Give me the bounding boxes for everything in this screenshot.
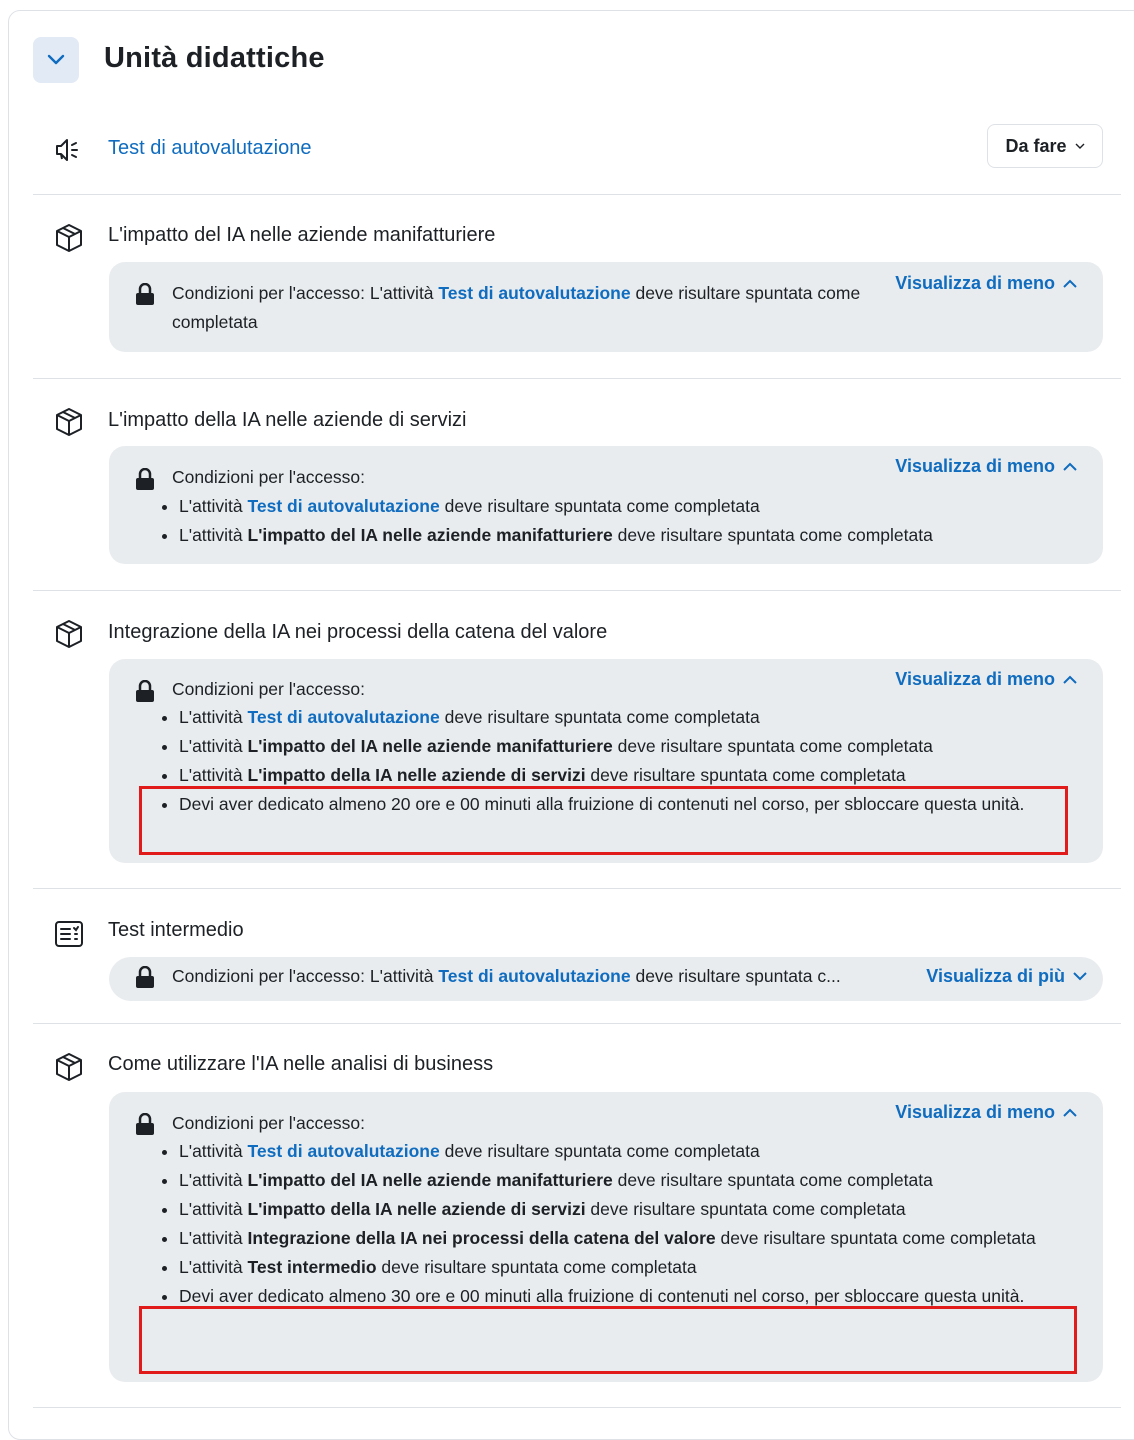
- chevron-up-icon: [1063, 1108, 1077, 1117]
- restriction-heading: Condizioni per l'accesso:: [172, 679, 366, 699]
- activity-test-autovalutazione: Test di autovalutazione: [33, 120, 1121, 195]
- completion-dropdown-button[interactable]: Da fare: [987, 124, 1103, 168]
- activity-test-intermedio: Test intermedio: [33, 888, 1121, 1024]
- cube-icon: [56, 1053, 82, 1081]
- show-more-link[interactable]: Visualizza di più: [926, 966, 1087, 987]
- access-restriction: Condizioni per l'accesso: L'attività Tes…: [109, 957, 1103, 1001]
- restriction-activity-link[interactable]: Test di autovalutazione: [248, 1141, 440, 1161]
- cube-icon: [56, 620, 82, 648]
- chevron-down-icon: [1075, 143, 1085, 149]
- restriction-text: Condizioni per l'accesso: L'attività Tes…: [172, 283, 861, 332]
- activity-name[interactable]: Test intermedio: [108, 919, 244, 942]
- activity-name[interactable]: Come utilizzare l'IA nelle analisi di bu…: [108, 1053, 493, 1076]
- cube-icon: [56, 408, 82, 436]
- restriction-text: Condizioni per l'accesso: L'attività Tes…: [172, 966, 841, 986]
- activity-name[interactable]: L'impatto della IA nelle aziende di serv…: [108, 409, 466, 432]
- activity-name[interactable]: L'impatto del IA nelle aziende manifattu…: [108, 224, 495, 247]
- restriction-item: L'attività L'impatto della IA nelle azie…: [179, 1195, 1059, 1224]
- restriction-item: L'attività L'impatto del IA nelle aziend…: [179, 732, 1059, 761]
- restriction-item: L'attività Test di autovalutazione deve …: [179, 703, 1059, 732]
- section-title: Unità didattiche: [104, 42, 325, 74]
- lock-icon: [136, 283, 154, 305]
- activity-name[interactable]: Integrazione della IA nei processi della…: [108, 621, 607, 644]
- show-less-link[interactable]: Visualizza di meno: [895, 669, 1077, 690]
- restriction-item: L'attività Test di autovalutazione deve …: [179, 492, 1059, 521]
- chevron-up-icon: [1063, 675, 1077, 684]
- activity-link[interactable]: Test di autovalutazione: [108, 137, 311, 160]
- restriction-activity-link[interactable]: Test di autovalutazione: [438, 966, 630, 986]
- chevron-down-icon: [1073, 972, 1087, 981]
- completion-label: Da fare: [1005, 135, 1067, 156]
- lock-icon: [136, 966, 154, 988]
- chevron-down-icon: [47, 54, 65, 65]
- restriction-heading: Condizioni per l'accesso:: [172, 467, 366, 487]
- access-restriction: Condizioni per l'accesso: L'attività Tes…: [109, 262, 1103, 352]
- cube-icon: [56, 224, 82, 252]
- restriction-item: L'attività L'impatto del IA nelle aziend…: [179, 521, 1059, 550]
- restriction-heading: Condizioni per l'accesso:: [172, 1113, 366, 1133]
- restriction-item: L'attività Test di autovalutazione deve …: [179, 1137, 1059, 1166]
- access-restriction: Condizioni per l'accesso: Visualizza di …: [109, 446, 1103, 564]
- show-less-link[interactable]: Visualizza di meno: [895, 273, 1077, 294]
- restriction-item: L'attività Test intermedio deve risultar…: [179, 1253, 1059, 1282]
- highlight-box: [139, 1306, 1077, 1374]
- chevron-up-icon: [1063, 462, 1077, 471]
- chevron-up-icon: [1063, 279, 1077, 288]
- quiz-icon: [55, 921, 83, 947]
- megaphone-icon: [56, 139, 78, 161]
- restriction-activity-link[interactable]: Test di autovalutazione: [248, 496, 440, 516]
- restriction-list: L'attività Test di autovalutazione deve …: [155, 492, 1059, 550]
- lock-icon: [136, 680, 154, 702]
- lock-icon: [136, 468, 154, 490]
- restriction-item: L'attività Integrazione della IA nei pro…: [179, 1224, 1059, 1253]
- show-less-link[interactable]: Visualizza di meno: [895, 456, 1077, 477]
- restriction-activity-link[interactable]: Test di autovalutazione: [438, 283, 630, 303]
- restriction-item: L'attività L'impatto del IA nelle aziend…: [179, 1166, 1059, 1195]
- section-collapse-button[interactable]: [33, 37, 79, 83]
- highlight-box: [139, 786, 1068, 855]
- show-less-link[interactable]: Visualizza di meno: [895, 1102, 1077, 1123]
- lock-icon: [136, 1113, 154, 1135]
- restriction-list: L'attività Test di autovalutazione deve …: [155, 1137, 1059, 1311]
- restriction-activity-link[interactable]: Test di autovalutazione: [248, 707, 440, 727]
